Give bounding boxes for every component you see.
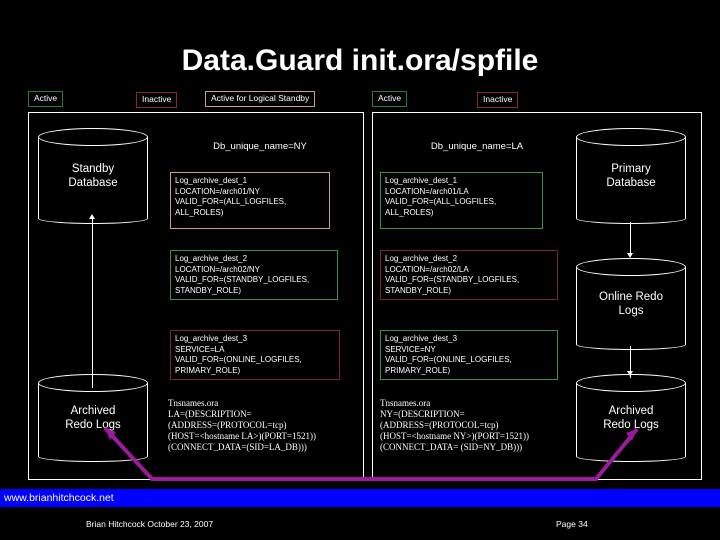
- cylinder-body: [576, 137, 686, 215]
- page-title: Data.Guard init.ora/spfile: [181, 44, 539, 77]
- cylinder-top-ellipse: [38, 374, 148, 392]
- right-log-archive-dest-2-box: Log_archive_dest_2 LOCATION=/arch02/LA V…: [380, 250, 558, 300]
- primary-to-online-arrowhead-icon: [627, 253, 633, 258]
- cylinder-body: [38, 137, 148, 215]
- online-to-archived-arrowhead-icon: [627, 371, 633, 376]
- left-connector-line: [92, 218, 93, 388]
- slide-canvas: Data.Guard init.ora/spfile Active Inacti…: [0, 0, 720, 540]
- standby-database-cylinder: Standby Database: [38, 128, 148, 224]
- left-log-archive-dest-2-box: Log_archive_dest_2 LOCATION=/arch02/NY V…: [170, 250, 338, 300]
- right-log-archive-dest-3-box: Log_archive_dest_3 SERVICE=NY VALID_FOR=…: [380, 330, 558, 380]
- online-redo-logs-cylinder: Online Redo Logs: [576, 258, 686, 350]
- left-log-archive-dest-1-box: Log_archive_dest_1 LOCATION=/arch01/NY V…: [170, 172, 330, 229]
- left-connector-arrowhead-icon: [89, 214, 95, 219]
- cylinder-top-ellipse: [38, 128, 148, 146]
- url-banner: www.brianhitchcock.net: [0, 489, 720, 507]
- left-log-archive-dest-3-box: Log_archive_dest_3 SERVICE=LA VALID_FOR=…: [170, 330, 340, 380]
- primary-database-cylinder: Primary Database: [576, 128, 686, 224]
- cylinder-bottom-ellipse: [576, 339, 686, 350]
- right-archived-redo-logs-cylinder: Archived Redo Logs: [576, 374, 686, 462]
- cylinder-body: [576, 267, 686, 341]
- left-tnsnames-block: Tnsnames.ora LA=(DESCRIPTION= (ADDRESS=(…: [168, 398, 316, 452]
- right-db-unique-name: Db_unique_name=LA: [430, 141, 524, 152]
- legend-chip-inactive-left: Inactive: [136, 92, 178, 108]
- cylinder-bottom-ellipse: [38, 451, 148, 462]
- cylinder-bottom-ellipse: [576, 451, 686, 462]
- left-archived-redo-logs-cylinder: Archived Redo Logs: [38, 374, 148, 462]
- legend-chip-logical: Active for Logical Standby: [205, 91, 316, 107]
- url-text: www.brianhitchcock.net: [4, 492, 114, 504]
- footer-author-date: Brian Hitchcock October 23, 2007: [86, 519, 214, 529]
- primary-to-online-connector-line: [630, 222, 631, 256]
- right-tnsnames-block: Tnsnames.ora NY=(DESCRIPTION= (ADDRESS=(…: [380, 398, 529, 452]
- cylinder-body: [576, 383, 686, 453]
- cylinder-top-ellipse: [576, 258, 686, 276]
- cylinder-top-ellipse: [576, 128, 686, 146]
- cylinder-body: [38, 383, 148, 453]
- legend-chip-active-left: Active: [28, 91, 64, 107]
- left-db-unique-name: Db_unique_name=NY: [213, 141, 307, 152]
- right-log-archive-dest-1-box: Log_archive_dest_1 LOCATION=/arch01/LA V…: [380, 172, 543, 229]
- cylinder-top-ellipse: [576, 374, 686, 392]
- legend-chip-inactive-right: Inactive: [477, 92, 519, 108]
- cylinder-bottom-ellipse: [576, 213, 686, 224]
- footer-page-number: Page 34: [556, 519, 588, 529]
- legend-chip-active-right: Active: [372, 91, 408, 107]
